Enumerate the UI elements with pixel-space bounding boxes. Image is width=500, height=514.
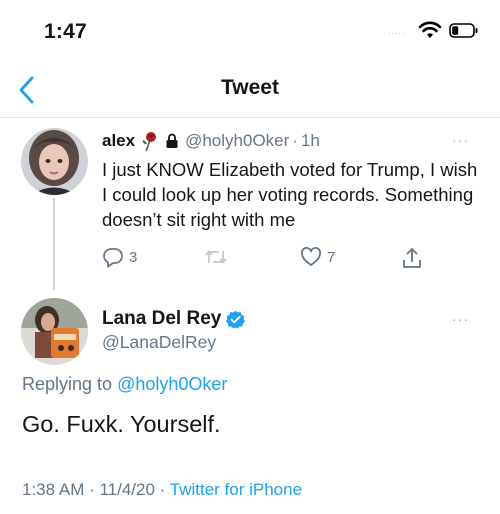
like-button[interactable]: 7 [300,246,335,268]
reply-tweet-header: alex @holyh0Oker · 1h [102,130,482,152]
like-icon [301,247,321,266]
wifi-icon [418,21,442,38]
lock-icon [166,133,178,148]
share-icon [403,248,421,268]
rose-icon [142,132,157,152]
tweet-text: I just KNOW Elizabeth voted for Trump, I… [102,159,478,230]
signal-icon: ..... [388,26,406,36]
reply-button[interactable]: 3 [102,246,137,268]
verified-icon [226,310,246,329]
author-handle[interactable]: @LanaDelRey [102,332,216,353]
tweet-time[interactable]: 1h [301,131,320,151]
author-name[interactable]: Lana Del Rey [102,308,221,330]
more-icon[interactable]: ··· [452,132,469,148]
tweet-metadata: 1:38 AM · 11/4/20 · Twitter for iPhone [22,480,302,500]
retweet-button[interactable] [204,246,228,268]
more-icon[interactable]: ··· [452,311,469,327]
reply-icon [103,248,123,268]
replying-to: Replying to @holyh0Oker [22,374,227,395]
author-name-row: Lana Del Rey [102,308,246,330]
replying-to-link[interactable]: @holyh0Oker [117,374,227,394]
tweet-source-link[interactable]: Twitter for iPhone [170,480,302,499]
thread-line [53,198,55,290]
tweet-timestamp: 1:38 AM · 11/4/20 · [22,480,166,499]
separator: · [292,131,298,150]
tweet-text: Go. Fuxk. Yourself. [22,411,221,437]
status-time: 1:47 [44,20,87,43]
author-name[interactable]: alex [102,131,135,151]
like-count: 7 [327,248,336,266]
avatar[interactable] [21,298,88,365]
nav-bar: Tweet [0,58,500,118]
avatar[interactable] [21,128,88,195]
status-bar: 1:47 ..... [0,0,500,58]
tweet-actions: 3 7 [102,246,432,270]
replying-prefix: Replying to [22,374,113,394]
avatar-image [21,298,88,365]
author-handle[interactable]: @holyh0Oker [185,131,289,151]
battery-icon [449,23,478,38]
share-button[interactable] [401,246,423,270]
avatar-image [21,128,88,195]
page-title: Tweet [221,76,279,99]
reply-count: 3 [129,248,138,266]
retweet-icon [205,250,227,264]
